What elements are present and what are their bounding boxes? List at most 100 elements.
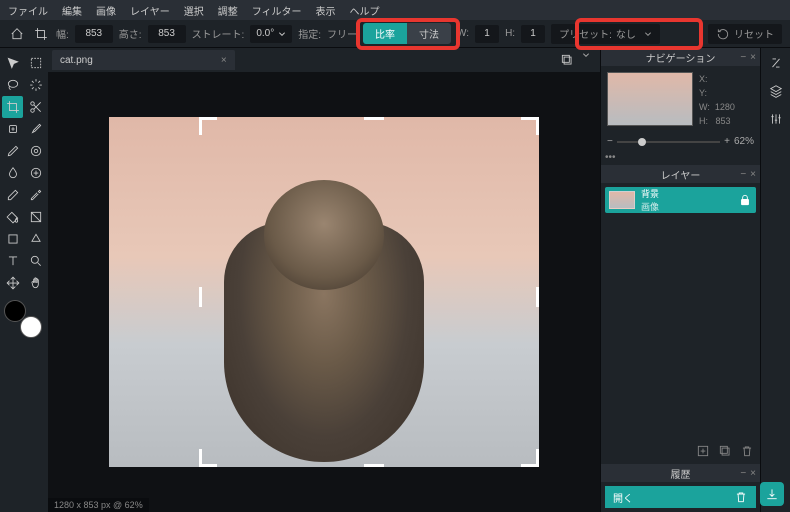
width-label: 幅:: [56, 26, 69, 41]
menu-help[interactable]: ヘルプ: [350, 3, 380, 18]
scissors-tool-icon[interactable]: [25, 96, 46, 118]
bg-color[interactable]: [20, 316, 42, 338]
blur-tool-icon[interactable]: [2, 162, 23, 184]
home-icon[interactable]: [8, 25, 26, 43]
right-panels: ナビゲーション −× X: Y: W: 1280 H: 853 − + 62% …: [600, 48, 760, 512]
layer-background[interactable]: 背景 画像: [605, 187, 756, 213]
layers-panel-header: レイヤー −×: [601, 165, 760, 183]
history-panel-header: 履歴 −×: [601, 464, 760, 482]
delete-icon[interactable]: [734, 490, 748, 504]
pointer-tool-icon[interactable]: [2, 52, 23, 74]
menu-edit[interactable]: 編集: [62, 3, 82, 18]
nav-thumbnail[interactable]: [607, 72, 693, 126]
right-toolbox: [760, 48, 790, 512]
menu-bar: ファイル 編集 画像 レイヤー 選択 調整 フィルター 表示 ヘルプ: [0, 0, 790, 20]
hand-tool-icon[interactable]: [25, 272, 46, 294]
preset-label: プリセット:: [559, 26, 612, 41]
color-swatches[interactable]: [2, 300, 46, 340]
menu-image[interactable]: 画像: [96, 3, 116, 18]
heal-tool-icon[interactable]: [2, 118, 23, 140]
close-icon[interactable]: ×: [750, 468, 756, 479]
move-tool-icon[interactable]: [2, 272, 23, 294]
pencil-tool-icon[interactable]: [2, 140, 23, 162]
image-cat: [109, 117, 539, 467]
menu-filter[interactable]: フィルター: [252, 3, 302, 18]
add-layer-icon[interactable]: [696, 444, 710, 458]
text-panel-icon[interactable]: [765, 52, 787, 74]
specify-label: 指定:: [298, 26, 321, 41]
wand-tool-icon[interactable]: [25, 74, 46, 96]
shape-tool-icon[interactable]: [2, 228, 23, 250]
bucket-tool-icon[interactable]: [25, 228, 46, 250]
crop-icon[interactable]: [32, 25, 50, 43]
canvas[interactable]: [48, 72, 600, 512]
delete-layer-icon[interactable]: [740, 444, 754, 458]
layers-panel-icon[interactable]: [765, 80, 787, 102]
duplicate-layer-icon[interactable]: [718, 444, 732, 458]
eyedropper-tool-icon[interactable]: [25, 184, 46, 206]
left-toolbox: [0, 48, 48, 512]
zoom-plus[interactable]: +: [724, 136, 730, 147]
minimize-icon[interactable]: −: [740, 52, 746, 63]
color-replace-icon[interactable]: [25, 162, 46, 184]
fill-tool-icon[interactable]: [2, 206, 23, 228]
menu-file[interactable]: ファイル: [8, 3, 48, 18]
straight-label: ストレート:: [192, 26, 245, 41]
nav-info: X: Y: W: 1280 H: 853: [699, 72, 754, 128]
h-label: H:: [505, 28, 515, 39]
free-label: フリー: [327, 26, 357, 41]
adjustments-panel-icon[interactable]: [765, 108, 787, 130]
layers-options[interactable]: •••: [601, 149, 760, 165]
gradient-tool-icon[interactable]: [25, 206, 46, 228]
menu-adjust[interactable]: 調整: [218, 3, 238, 18]
preset-dropdown[interactable]: プリセット: なし: [551, 24, 660, 44]
document-tabs: cat.png ×: [48, 48, 600, 72]
lock-icon[interactable]: [738, 193, 752, 207]
zoom-value: 62%: [734, 136, 754, 147]
layer-thumbnail: [609, 191, 635, 209]
w-input[interactable]: [475, 25, 499, 43]
zoom-tool-icon[interactable]: [25, 250, 46, 272]
tab-menu-icon[interactable]: [582, 51, 590, 59]
marquee-tool-icon[interactable]: [25, 52, 46, 74]
crop-tool-icon[interactable]: [2, 96, 23, 118]
minimize-icon[interactable]: −: [740, 468, 746, 479]
eraser-tool-icon[interactable]: [2, 184, 23, 206]
text-tool-icon[interactable]: [2, 250, 23, 272]
menu-select[interactable]: 選択: [184, 3, 204, 18]
duplicate-icon[interactable]: [558, 51, 576, 69]
menu-view[interactable]: 表示: [316, 3, 336, 18]
h-input[interactable]: [521, 25, 545, 43]
reset-button[interactable]: リセット: [708, 24, 782, 44]
brush-tool-icon[interactable]: [25, 118, 46, 140]
history-open[interactable]: 開く: [605, 486, 756, 508]
minimize-icon[interactable]: −: [740, 169, 746, 180]
fg-color[interactable]: [4, 300, 26, 322]
height-input[interactable]: [148, 25, 186, 43]
angle-dropdown[interactable]: 0.0°: [250, 25, 292, 43]
nav-panel-header: ナビゲーション −×: [601, 48, 760, 66]
canvas-area: cat.png × 12: [48, 48, 600, 512]
size-button[interactable]: 寸法: [407, 23, 451, 44]
tab-close-icon[interactable]: ×: [221, 55, 227, 66]
ratio-button[interactable]: 比率: [363, 23, 407, 44]
layer-name: 背景: [641, 187, 732, 200]
tab-name: cat.png: [60, 55, 93, 66]
options-toolbar: 幅: 高さ: ストレート: 0.0° 指定: フリー 比率 寸法 W: H: プ…: [0, 20, 790, 48]
width-input[interactable]: [75, 25, 113, 43]
lasso-tool-icon[interactable]: [2, 74, 23, 96]
close-icon[interactable]: ×: [750, 169, 756, 180]
layer-subtype: 画像: [641, 200, 732, 213]
zoom-slider[interactable]: [617, 141, 720, 143]
close-icon[interactable]: ×: [750, 52, 756, 63]
clone-tool-icon[interactable]: [25, 140, 46, 162]
download-button[interactable]: [760, 482, 784, 506]
ratio-size-toggle[interactable]: 比率 寸法: [363, 23, 451, 44]
status-bar: 1280 x 853 px @ 62%: [48, 498, 149, 512]
menu-layer[interactable]: レイヤー: [130, 3, 170, 18]
height-label: 高さ:: [119, 26, 142, 41]
preset-value: なし: [616, 26, 636, 41]
zoom-minus[interactable]: −: [607, 136, 613, 147]
tab-cat[interactable]: cat.png ×: [52, 50, 235, 70]
w-label: W:: [457, 28, 469, 39]
